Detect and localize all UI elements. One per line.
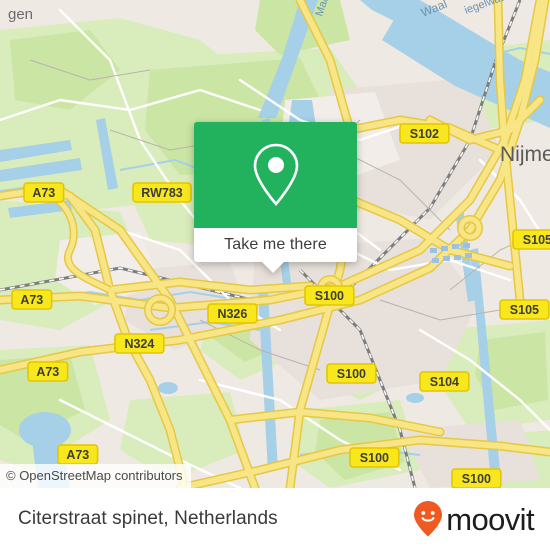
moovit-wordmark: moovit <box>446 501 534 537</box>
road-shield-label: A73 <box>66 448 89 462</box>
road-shield: A73 <box>23 182 65 203</box>
road-shield-label: S100 <box>360 451 389 465</box>
road-shield-label: A73 <box>20 293 43 307</box>
place-name-label: Citerstraat spinet, Netherlands <box>18 508 278 529</box>
road-shield-label: S105 <box>510 303 539 317</box>
road-shield-label: S100 <box>315 289 344 303</box>
road-shield-label: N326 <box>217 307 247 321</box>
road-shield-label: S102 <box>410 127 439 141</box>
moovit-pin-smiley-icon <box>414 501 443 537</box>
moovit-location-card-screen: gen Nijme Maas Waal iegelwaal A73 RW783 A73 N32… <box>0 0 550 550</box>
road-shield: S100 <box>349 447 400 468</box>
card-pin-panel <box>194 122 357 228</box>
take-me-there-button[interactable]: Take me there <box>194 228 357 273</box>
road-shield-label: S100 <box>337 367 366 381</box>
road-shield-label: S100 <box>462 472 491 486</box>
road-shield-label: N324 <box>124 337 154 351</box>
road-shield: N326 <box>207 303 258 324</box>
map-label: Nijme <box>500 143 550 166</box>
road-shield: S105 <box>512 229 550 250</box>
map-pin-icon <box>253 143 298 206</box>
road-shield: S100 <box>304 285 355 306</box>
road-shield-label: S104 <box>430 375 459 389</box>
osm-attribution[interactable]: © OpenStreetMap contributors <box>0 464 191 488</box>
road-shield: S104 <box>419 371 470 392</box>
road-shield-label: RW783 <box>141 186 183 200</box>
road-shield: RW783 <box>132 182 192 203</box>
road-shield: S102 <box>399 123 450 144</box>
location-callout-card[interactable]: Take me there <box>194 122 357 273</box>
moovit-logo[interactable]: moovit <box>413 500 535 538</box>
footer-bar: genNijmeMaasWaaliegelwaal A73RW783A73N32… <box>0 488 550 550</box>
road-shield: N324 <box>114 333 165 354</box>
road-shield: S100 <box>451 468 502 488</box>
road-shield-label: A73 <box>36 365 59 379</box>
callout-tail <box>262 262 284 273</box>
road-shield-label: A73 <box>32 186 55 200</box>
road-shield: A73 <box>11 289 53 310</box>
road-shield: A73 <box>27 361 69 382</box>
map-label: gen <box>8 6 33 23</box>
road-shield: S100 <box>326 363 377 384</box>
road-shield: A73 <box>57 444 99 465</box>
road-shield-label: S105 <box>523 233 550 247</box>
road-shield: S105 <box>499 299 550 320</box>
take-me-there-label: Take me there <box>224 236 327 253</box>
